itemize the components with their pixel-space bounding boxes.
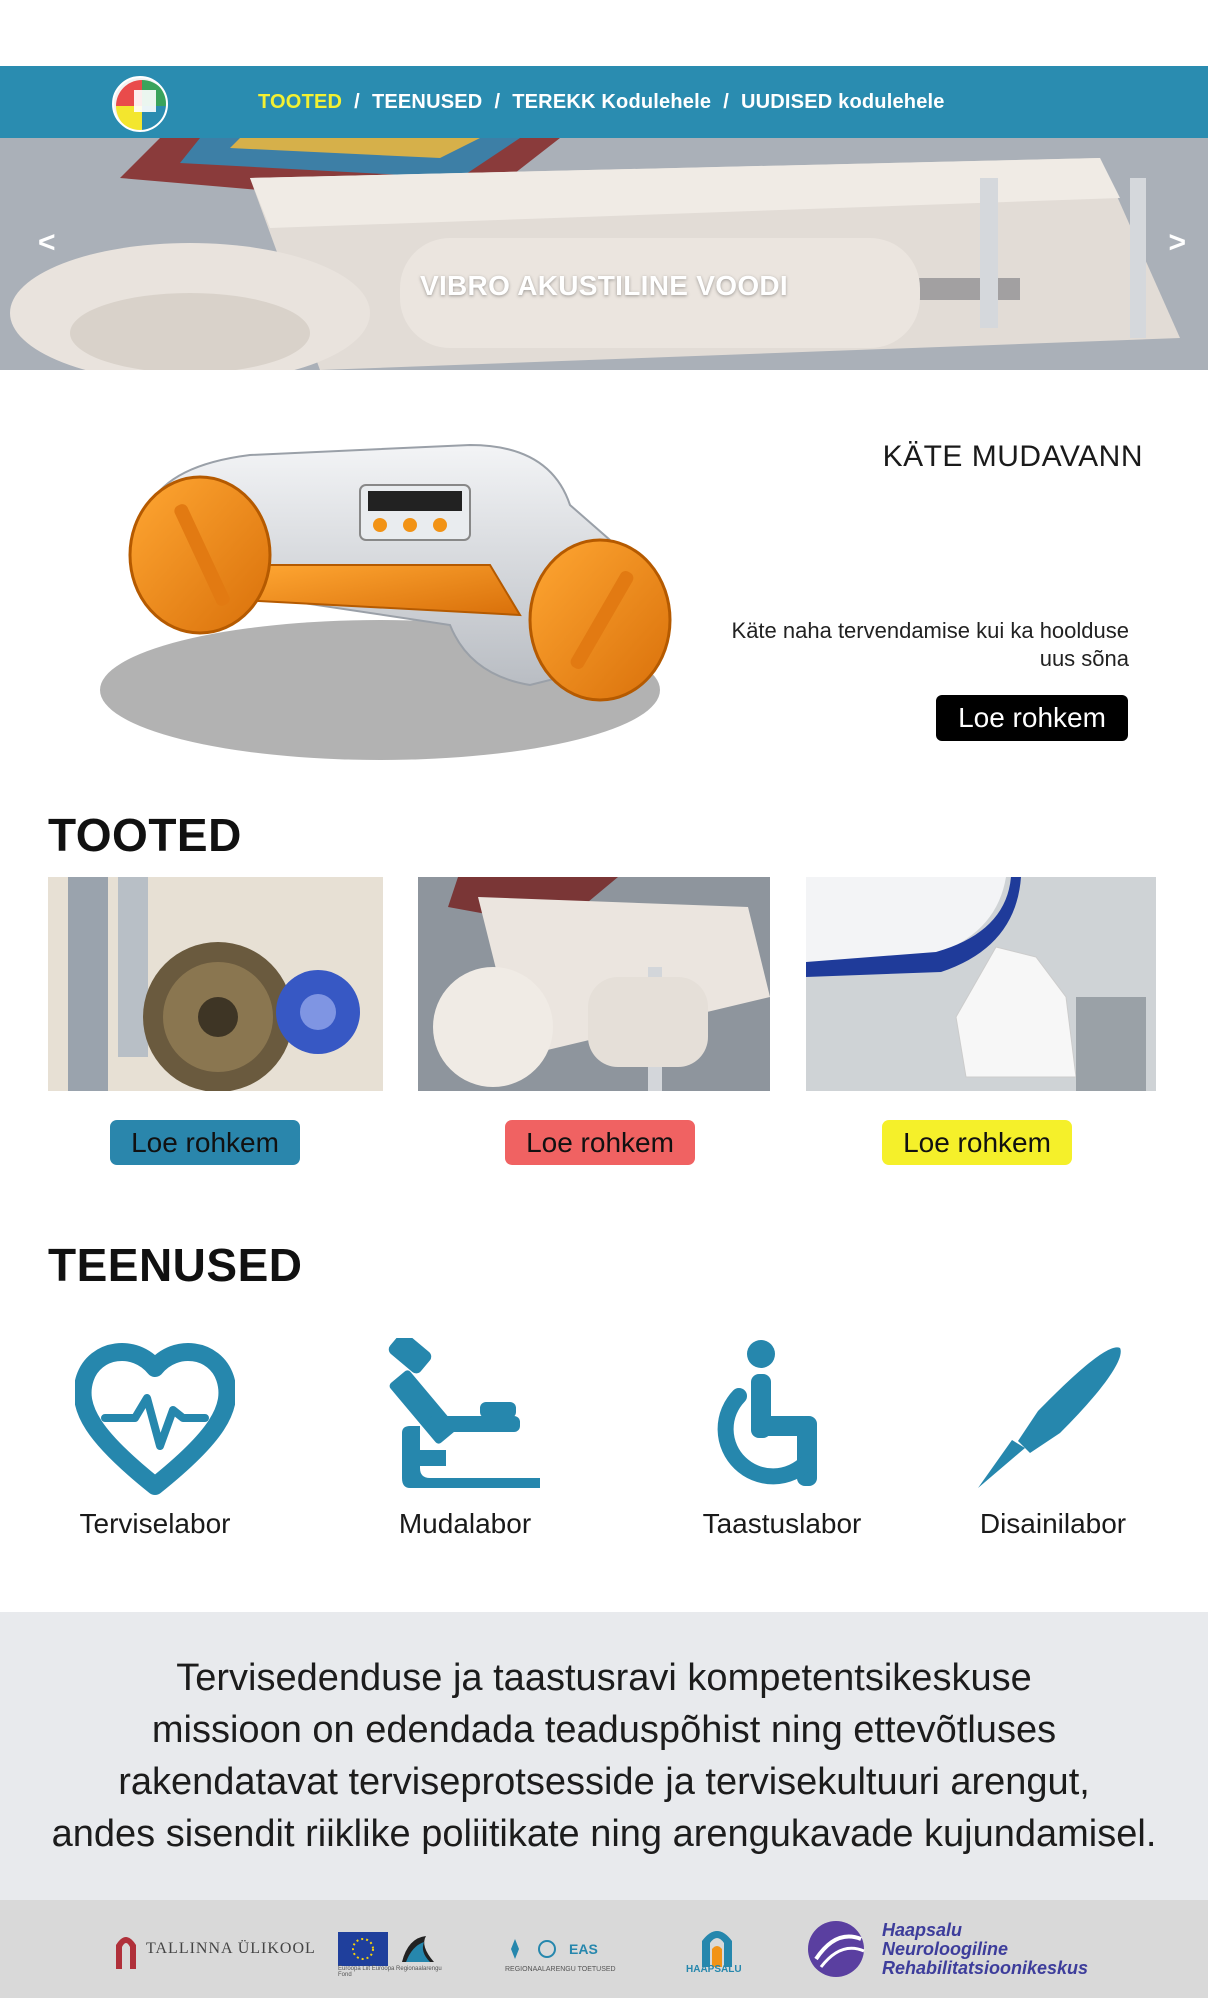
service-label-disainilabor[interactable]: Disainilabor	[943, 1508, 1163, 1540]
mission-section: Tervisedenduse ja taastusravi kompetents…	[0, 1612, 1208, 1900]
hero-title: VIBRO AKUSTILINE VOODI	[419, 270, 789, 301]
wheelchair-icon[interactable]	[705, 1338, 865, 1498]
products-heading: TOOTED	[48, 809, 242, 861]
haapsalu-logo[interactable]: HAAPSALU	[686, 1918, 742, 1980]
feature-read-more-button[interactable]: Loe rohkem	[936, 695, 1128, 741]
eas-logo[interactable]: EAS REGIONAALARENGU TOETUSED	[505, 1918, 616, 1980]
neuro-rehab-line: Neuroloogiline	[882, 1938, 1008, 1959]
eas-subtext: REGIONAALARENGU TOETUSED	[505, 1966, 616, 1973]
eas-text: EAS	[569, 1941, 598, 1957]
service-label-mudalabor[interactable]: Mudalabor	[355, 1508, 575, 1540]
partner-logos-footer: TALLINNA ÜLIKOOL Euroopa Liit Euroopa Re…	[0, 1900, 1208, 1998]
eu-fund-text: Euroopa Liit Euroopa Regionaalarengu Fon…	[338, 1966, 442, 1978]
mission-line: Tervisedenduse ja taastusravi kompetents…	[176, 1657, 1032, 1699]
product-2-read-more-button[interactable]: Loe rohkem	[505, 1120, 695, 1165]
product-image-mud-bath-unit	[806, 877, 1156, 1091]
haapsalu-neuro-rehab-logo[interactable]: Haapsalu Neuroloogiline Rehabilitatsioon…	[806, 1918, 1088, 1980]
eu-fund-logo[interactable]: Euroopa Liit Euroopa Regionaalarengu Fon…	[338, 1918, 442, 1980]
product-image-motor	[48, 877, 383, 1091]
hero-prev-arrow[interactable]: <	[38, 226, 56, 260]
service-label-taastuslabor[interactable]: Taastuslabor	[672, 1508, 892, 1540]
nav-item-terekk[interactable]: TEREKK Kodulehele	[512, 91, 711, 114]
eas-emblem-icon	[511, 1939, 556, 1959]
services-heading: TEENUSED	[48, 1239, 303, 1291]
hero-next-arrow[interactable]: >	[1168, 226, 1186, 260]
neuro-rehab-emblem-icon	[808, 1921, 865, 1977]
haapsalu-text: HAAPSALU	[686, 1964, 742, 1975]
mission-line: andes sisendit riiklike poliitikate ning…	[51, 1813, 1157, 1855]
nav-item-teenused[interactable]: TEENUSED	[372, 91, 483, 114]
tlu-text: TALLINNA ÜLIKOOL	[146, 1940, 316, 1957]
tlu-emblem-icon	[116, 1937, 136, 1969]
tallinna-ulikool-logo[interactable]: TALLINNA ÜLIKOOL	[112, 1918, 316, 1980]
estonia-emblem-icon	[402, 1936, 434, 1962]
product-3-read-more-button[interactable]: Loe rohkem	[882, 1120, 1072, 1165]
neuro-rehab-line: Haapsalu	[882, 1919, 963, 1940]
product-1-read-more-button[interactable]: Loe rohkem	[110, 1120, 300, 1165]
service-label-terviselabor[interactable]: Terviselabor	[45, 1508, 265, 1540]
site-logo[interactable]	[112, 76, 168, 132]
heart-pulse-icon[interactable]	[75, 1338, 235, 1498]
neuro-rehab-line: Rehabilitatsioonikeskus	[882, 1957, 1089, 1978]
nav-item-uudised[interactable]: UUDISED kodulehele	[741, 91, 945, 114]
feature-description: Käte naha tervendamise kui ka hoolduse u…	[731, 618, 1129, 671]
feature-title: KÄTE MUDAVANN	[882, 440, 1143, 473]
mission-text: Tervisedenduse ja taastusravi kompetents…	[0, 1652, 1208, 1860]
mud-bath-product-image	[100, 443, 672, 760]
eu-flag-icon	[338, 1932, 388, 1966]
product-image-vibro-bed	[418, 877, 770, 1091]
neuro-rehab-text: Haapsalu Neuroloogiline Rehabilitatsioon…	[882, 1919, 1089, 1978]
main-menu: TOOTED / TEENUSED / TEREKK Kodulehele / …	[258, 66, 945, 138]
nav-separator: /	[723, 90, 729, 113]
nav-separator: /	[354, 90, 360, 113]
nav-separator: /	[494, 90, 501, 113]
mission-line: rakendatavat terviseprotsesside ja tervi…	[118, 1761, 1090, 1803]
top-navigation: TOOTED / TEENUSED / TEREKK Kodulehele / …	[0, 66, 1208, 138]
hero-image	[0, 138, 1208, 370]
microscope-icon[interactable]	[380, 1338, 540, 1498]
mission-line: missioon on edendada teaduspõhist ning e…	[151, 1709, 1057, 1751]
pen-icon[interactable]	[970, 1338, 1130, 1498]
nav-item-tooted[interactable]: TOOTED	[258, 91, 342, 114]
hero-slider: < VIBRO AKUSTILINE VOODI >	[0, 138, 1208, 370]
